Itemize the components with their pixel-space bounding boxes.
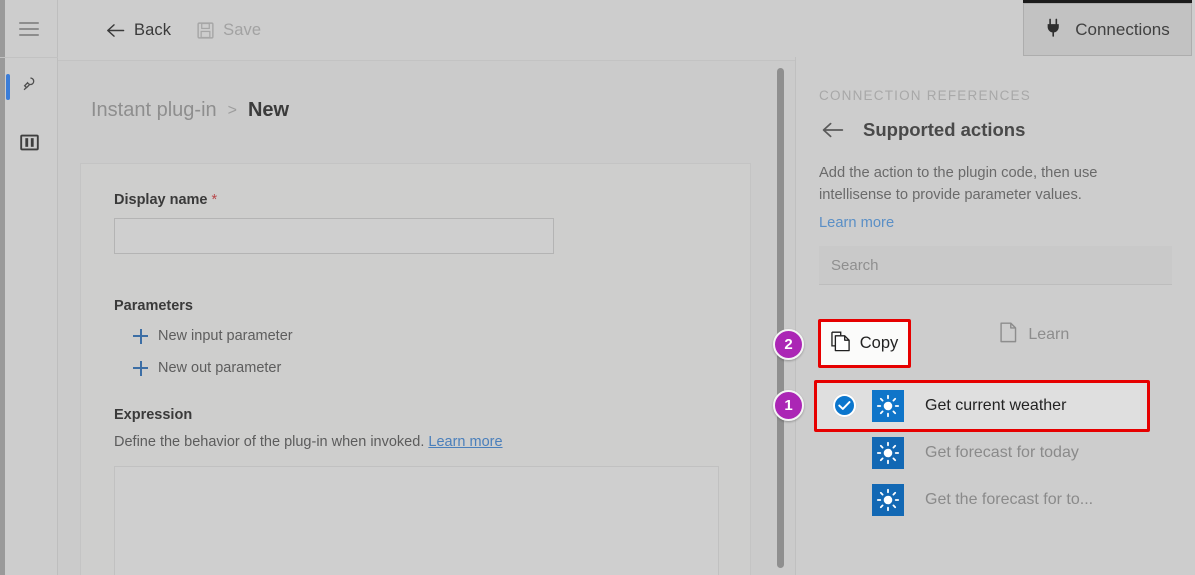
expression-editor[interactable] xyxy=(114,466,719,575)
new-out-parameter-label: New out parameter xyxy=(158,360,282,376)
rail-item-plug-in[interactable] xyxy=(0,58,58,116)
connections-button[interactable]: Connections xyxy=(1023,3,1192,56)
action-row-label: Get the forecast for to... xyxy=(925,490,1094,508)
hamburger-icon xyxy=(19,21,39,36)
step-badge-1: 1 xyxy=(773,390,804,421)
search-input[interactable]: Search xyxy=(819,246,1172,285)
rail-item-library[interactable] xyxy=(0,116,58,174)
breadcrumb-current: New xyxy=(247,99,290,121)
app-window: Back Save Instant plug-in > New Display … xyxy=(0,0,1195,575)
copy-button[interactable]: Copy xyxy=(821,322,908,365)
plugin-form-card: Display name * Parameters New input para… xyxy=(80,163,751,575)
new-input-parameter-button[interactable]: New input parameter xyxy=(114,328,717,344)
plug-icon xyxy=(1045,18,1062,42)
parameters-title: Parameters xyxy=(114,298,193,314)
display-name-input[interactable] xyxy=(114,218,554,254)
panel-title: Supported actions xyxy=(863,119,1026,140)
plus-icon xyxy=(133,328,148,344)
learn-button-label: Learn xyxy=(1028,326,1070,343)
weather-sun-icon xyxy=(872,483,904,516)
panel-description: Add the action to the plugin code, then … xyxy=(819,165,1098,204)
save-disk-icon xyxy=(197,21,214,39)
display-name-label: Display name * xyxy=(114,192,717,208)
plus-icon xyxy=(133,360,148,376)
save-button[interactable]: Save xyxy=(197,21,261,40)
required-asterisk: * xyxy=(211,192,218,208)
document-icon xyxy=(999,322,1018,348)
back-button[interactable]: Back xyxy=(106,21,171,40)
panel-back-button[interactable] xyxy=(822,122,844,138)
new-input-parameter-label: New input parameter xyxy=(158,328,293,344)
step-badge-2: 2 xyxy=(773,329,804,360)
display-name-label-text: Display name xyxy=(114,192,208,208)
panel-header: Supported actions xyxy=(822,119,1025,141)
expression-description-text: Define the behavior of the plug-in when … xyxy=(114,434,425,450)
save-button-label: Save xyxy=(223,20,262,39)
breadcrumb-parent[interactable]: Instant plug-in xyxy=(91,99,217,122)
plug-icon xyxy=(20,75,39,99)
action-row-get-the-forecast-for-tomorrow[interactable]: Get the forecast for to... xyxy=(817,476,1157,523)
learn-button[interactable]: Learn xyxy=(999,322,1069,348)
breadcrumb: Instant plug-in > New xyxy=(91,99,289,122)
selected-action-highlight xyxy=(814,380,1150,432)
weather-sun-icon xyxy=(872,436,904,469)
expression-description: Define the behavior of the plug-in when … xyxy=(114,434,717,450)
panel-learn-more-link[interactable]: Learn more xyxy=(819,215,894,231)
copy-button-highlight: Copy xyxy=(818,319,911,368)
action-row-get-forecast-for-today[interactable]: Get forecast for today xyxy=(817,429,1157,476)
panel-eyebrow-label: CONNECTION REFERENCES xyxy=(819,88,1031,103)
main-scrollbar-thumb[interactable] xyxy=(777,68,784,568)
connections-button-label: Connections xyxy=(1075,19,1170,39)
arrow-left-icon xyxy=(822,122,844,138)
back-button-label: Back xyxy=(134,20,172,39)
left-nav-rail xyxy=(0,0,58,575)
rail-item-menu[interactable] xyxy=(0,0,58,58)
search-placeholder: Search xyxy=(831,256,879,274)
rail-selection-indicator xyxy=(6,74,10,100)
copy-icon xyxy=(831,331,851,357)
copy-button-label: Copy xyxy=(859,334,899,352)
book-icon xyxy=(19,134,39,156)
chevron-right-icon: > xyxy=(227,101,237,119)
arrow-left-icon xyxy=(106,23,125,38)
new-out-parameter-button[interactable]: New out parameter xyxy=(114,360,717,376)
expression-learn-more-link[interactable]: Learn more xyxy=(428,434,502,450)
expression-title: Expression xyxy=(114,407,193,423)
action-row-label: Get forecast for today xyxy=(925,443,1079,461)
